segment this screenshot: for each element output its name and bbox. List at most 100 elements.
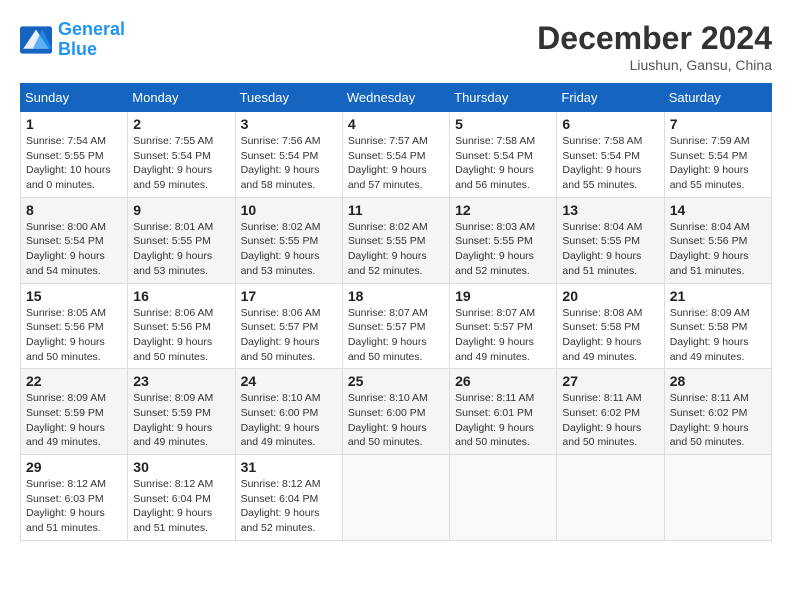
calendar-cell: 15 Sunrise: 8:05 AMSunset: 5:56 PMDaylig… xyxy=(21,283,128,369)
day-detail: Sunrise: 8:09 AMSunset: 5:58 PMDaylight:… xyxy=(670,306,766,365)
day-number: 14 xyxy=(670,202,766,218)
weekday-header-friday: Friday xyxy=(557,84,664,112)
day-detail: Sunrise: 8:07 AMSunset: 5:57 PMDaylight:… xyxy=(455,306,551,365)
day-number: 21 xyxy=(670,288,766,304)
day-number: 19 xyxy=(455,288,551,304)
calendar-cell: 31 Sunrise: 8:12 AMSunset: 6:04 PMDaylig… xyxy=(235,455,342,541)
calendar-cell: 22 Sunrise: 8:09 AMSunset: 5:59 PMDaylig… xyxy=(21,369,128,455)
calendar-cell: 12 Sunrise: 8:03 AMSunset: 5:55 PMDaylig… xyxy=(450,197,557,283)
calendar-cell: 10 Sunrise: 8:02 AMSunset: 5:55 PMDaylig… xyxy=(235,197,342,283)
week-row-5: 29 Sunrise: 8:12 AMSunset: 6:03 PMDaylig… xyxy=(21,455,772,541)
day-number: 30 xyxy=(133,459,229,475)
day-number: 9 xyxy=(133,202,229,218)
day-detail: Sunrise: 8:10 AMSunset: 6:00 PMDaylight:… xyxy=(348,391,444,450)
calendar-cell xyxy=(557,455,664,541)
day-detail: Sunrise: 8:09 AMSunset: 5:59 PMDaylight:… xyxy=(26,391,122,450)
logo-text: General Blue xyxy=(58,20,125,60)
day-detail: Sunrise: 7:55 AMSunset: 5:54 PMDaylight:… xyxy=(133,134,229,193)
page-header: General Blue December 2024 Liushun, Gans… xyxy=(20,20,772,73)
day-detail: Sunrise: 8:11 AMSunset: 6:02 PMDaylight:… xyxy=(562,391,658,450)
day-detail: Sunrise: 7:54 AMSunset: 5:55 PMDaylight:… xyxy=(26,134,122,193)
day-number: 22 xyxy=(26,373,122,389)
logo: General Blue xyxy=(20,20,125,60)
calendar-cell: 26 Sunrise: 8:11 AMSunset: 6:01 PMDaylig… xyxy=(450,369,557,455)
day-number: 15 xyxy=(26,288,122,304)
day-detail: Sunrise: 7:58 AMSunset: 5:54 PMDaylight:… xyxy=(455,134,551,193)
day-detail: Sunrise: 7:56 AMSunset: 5:54 PMDaylight:… xyxy=(241,134,337,193)
calendar-cell: 11 Sunrise: 8:02 AMSunset: 5:55 PMDaylig… xyxy=(342,197,449,283)
day-number: 6 xyxy=(562,116,658,132)
day-detail: Sunrise: 8:12 AMSunset: 6:03 PMDaylight:… xyxy=(26,477,122,536)
calendar-cell: 30 Sunrise: 8:12 AMSunset: 6:04 PMDaylig… xyxy=(128,455,235,541)
day-detail: Sunrise: 8:04 AMSunset: 5:56 PMDaylight:… xyxy=(670,220,766,279)
weekday-header-sunday: Sunday xyxy=(21,84,128,112)
calendar-cell: 1 Sunrise: 7:54 AMSunset: 5:55 PMDayligh… xyxy=(21,112,128,198)
month-year: December 2024 xyxy=(537,20,772,57)
week-row-2: 8 Sunrise: 8:00 AMSunset: 5:54 PMDayligh… xyxy=(21,197,772,283)
day-detail: Sunrise: 7:58 AMSunset: 5:54 PMDaylight:… xyxy=(562,134,658,193)
calendar-table: SundayMondayTuesdayWednesdayThursdayFrid… xyxy=(20,83,772,541)
calendar-cell: 18 Sunrise: 8:07 AMSunset: 5:57 PMDaylig… xyxy=(342,283,449,369)
weekday-header-wednesday: Wednesday xyxy=(342,84,449,112)
calendar-cell: 23 Sunrise: 8:09 AMSunset: 5:59 PMDaylig… xyxy=(128,369,235,455)
weekday-header-row: SundayMondayTuesdayWednesdayThursdayFrid… xyxy=(21,84,772,112)
weekday-header-monday: Monday xyxy=(128,84,235,112)
day-number: 20 xyxy=(562,288,658,304)
title-block: December 2024 Liushun, Gansu, China xyxy=(537,20,772,73)
day-number: 28 xyxy=(670,373,766,389)
day-detail: Sunrise: 7:57 AMSunset: 5:54 PMDaylight:… xyxy=(348,134,444,193)
calendar-cell: 2 Sunrise: 7:55 AMSunset: 5:54 PMDayligh… xyxy=(128,112,235,198)
calendar-cell: 9 Sunrise: 8:01 AMSunset: 5:55 PMDayligh… xyxy=(128,197,235,283)
day-number: 24 xyxy=(241,373,337,389)
day-detail: Sunrise: 8:04 AMSunset: 5:55 PMDaylight:… xyxy=(562,220,658,279)
day-number: 13 xyxy=(562,202,658,218)
day-detail: Sunrise: 8:11 AMSunset: 6:02 PMDaylight:… xyxy=(670,391,766,450)
calendar-cell: 24 Sunrise: 8:10 AMSunset: 6:00 PMDaylig… xyxy=(235,369,342,455)
day-number: 23 xyxy=(133,373,229,389)
day-number: 26 xyxy=(455,373,551,389)
day-number: 3 xyxy=(241,116,337,132)
day-number: 29 xyxy=(26,459,122,475)
day-detail: Sunrise: 8:01 AMSunset: 5:55 PMDaylight:… xyxy=(133,220,229,279)
calendar-cell: 28 Sunrise: 8:11 AMSunset: 6:02 PMDaylig… xyxy=(664,369,771,455)
calendar-cell: 5 Sunrise: 7:58 AMSunset: 5:54 PMDayligh… xyxy=(450,112,557,198)
calendar-cell: 25 Sunrise: 8:10 AMSunset: 6:00 PMDaylig… xyxy=(342,369,449,455)
calendar-cell: 17 Sunrise: 8:06 AMSunset: 5:57 PMDaylig… xyxy=(235,283,342,369)
logo-icon xyxy=(20,26,52,54)
day-detail: Sunrise: 8:06 AMSunset: 5:57 PMDaylight:… xyxy=(241,306,337,365)
calendar-cell: 21 Sunrise: 8:09 AMSunset: 5:58 PMDaylig… xyxy=(664,283,771,369)
location: Liushun, Gansu, China xyxy=(537,57,772,73)
calendar-cell: 8 Sunrise: 8:00 AMSunset: 5:54 PMDayligh… xyxy=(21,197,128,283)
calendar-cell: 16 Sunrise: 8:06 AMSunset: 5:56 PMDaylig… xyxy=(128,283,235,369)
day-number: 1 xyxy=(26,116,122,132)
day-number: 25 xyxy=(348,373,444,389)
calendar-cell: 13 Sunrise: 8:04 AMSunset: 5:55 PMDaylig… xyxy=(557,197,664,283)
day-number: 18 xyxy=(348,288,444,304)
day-detail: Sunrise: 8:02 AMSunset: 5:55 PMDaylight:… xyxy=(348,220,444,279)
day-number: 27 xyxy=(562,373,658,389)
day-detail: Sunrise: 8:09 AMSunset: 5:59 PMDaylight:… xyxy=(133,391,229,450)
calendar-cell: 3 Sunrise: 7:56 AMSunset: 5:54 PMDayligh… xyxy=(235,112,342,198)
day-number: 17 xyxy=(241,288,337,304)
day-number: 12 xyxy=(455,202,551,218)
calendar-cell: 27 Sunrise: 8:11 AMSunset: 6:02 PMDaylig… xyxy=(557,369,664,455)
calendar-cell xyxy=(342,455,449,541)
day-number: 4 xyxy=(348,116,444,132)
day-detail: Sunrise: 8:03 AMSunset: 5:55 PMDaylight:… xyxy=(455,220,551,279)
day-number: 2 xyxy=(133,116,229,132)
calendar-cell: 29 Sunrise: 8:12 AMSunset: 6:03 PMDaylig… xyxy=(21,455,128,541)
day-detail: Sunrise: 8:06 AMSunset: 5:56 PMDaylight:… xyxy=(133,306,229,365)
day-detail: Sunrise: 8:07 AMSunset: 5:57 PMDaylight:… xyxy=(348,306,444,365)
weekday-header-tuesday: Tuesday xyxy=(235,84,342,112)
day-detail: Sunrise: 8:12 AMSunset: 6:04 PMDaylight:… xyxy=(133,477,229,536)
weekday-header-saturday: Saturday xyxy=(664,84,771,112)
day-detail: Sunrise: 8:05 AMSunset: 5:56 PMDaylight:… xyxy=(26,306,122,365)
calendar-cell: 6 Sunrise: 7:58 AMSunset: 5:54 PMDayligh… xyxy=(557,112,664,198)
day-detail: Sunrise: 7:59 AMSunset: 5:54 PMDaylight:… xyxy=(670,134,766,193)
day-number: 8 xyxy=(26,202,122,218)
weekday-header-thursday: Thursday xyxy=(450,84,557,112)
calendar-cell: 7 Sunrise: 7:59 AMSunset: 5:54 PMDayligh… xyxy=(664,112,771,198)
day-detail: Sunrise: 8:10 AMSunset: 6:00 PMDaylight:… xyxy=(241,391,337,450)
day-number: 16 xyxy=(133,288,229,304)
calendar-cell xyxy=(450,455,557,541)
